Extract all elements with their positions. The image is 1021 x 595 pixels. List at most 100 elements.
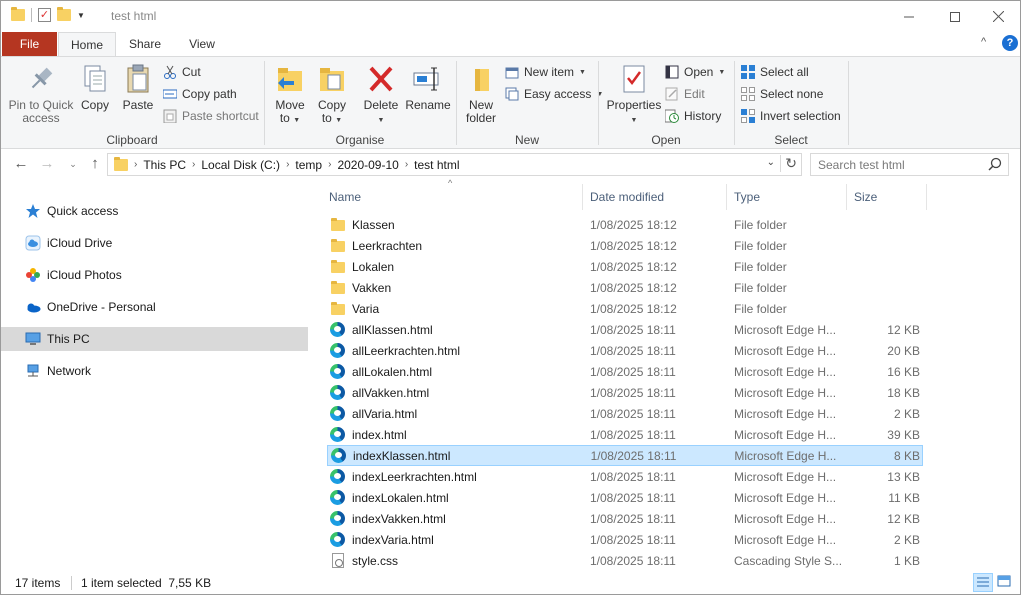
tab-view[interactable]: View — [174, 32, 230, 56]
sidebar-item-this-pc[interactable]: This PC — [1, 327, 308, 351]
breadcrumb-date-folder[interactable]: 2020-09-10 — [337, 158, 398, 172]
up-button[interactable]: ↑ — [85, 154, 105, 174]
column-divider[interactable] — [926, 184, 927, 210]
table-row[interactable]: Leerkrachten 1/08/2025 18:12 File folder — [327, 235, 923, 256]
file-name-cell[interactable]: style.css — [327, 552, 583, 569]
sidebar-item-icloud-photos[interactable]: iCloud Photos — [1, 263, 308, 287]
properties-qat-icon[interactable]: ✓ — [38, 8, 51, 22]
table-row[interactable]: allLokalen.html 1/08/2025 18:11 Microsoft … — [327, 361, 923, 382]
rename-button[interactable]: Rename — [405, 63, 451, 112]
search-icon[interactable] — [988, 157, 1002, 171]
file-name-cell[interactable]: Lokalen — [327, 259, 583, 275]
maximize-button[interactable] — [932, 1, 978, 32]
delete-button[interactable]: Delete ▼ — [361, 63, 401, 127]
history-button[interactable]: History — [664, 106, 721, 126]
back-button[interactable]: ← — [11, 154, 31, 174]
table-row[interactable]: allVakken.html 1/08/2025 18:11 Microsoft E… — [327, 382, 923, 403]
tab-share[interactable]: Share — [116, 32, 174, 56]
chevron-right-icon[interactable]: › — [286, 159, 289, 170]
file-name-cell[interactable]: allLeerkrachten.html — [327, 342, 583, 359]
file-name-cell[interactable]: Vakken — [327, 280, 583, 296]
edit-button[interactable]: Edit — [665, 84, 705, 104]
file-name-cell[interactable]: Varia — [327, 301, 583, 317]
file-name-cell[interactable]: allVakken.html — [327, 384, 583, 401]
new-folder-qat-icon[interactable] — [57, 7, 71, 21]
tab-home[interactable]: Home — [58, 32, 116, 57]
table-row[interactable]: allVaria.html 1/08/2025 18:11 Microsoft Ed… — [327, 403, 923, 424]
table-row[interactable]: allLeerkrachten.html 1/08/2025 18:11 Micro… — [327, 340, 923, 361]
cut-button[interactable]: Cut — [163, 62, 201, 82]
file-name-cell[interactable]: Leerkrachten — [327, 238, 583, 254]
paste-shortcut-button[interactable]: Paste shortcut — [163, 106, 259, 126]
file-name-cell[interactable]: Klassen — [327, 217, 583, 233]
file-name-cell[interactable]: allKlassen.html — [327, 321, 583, 338]
search-box[interactable] — [810, 153, 1009, 176]
new-folder-button[interactable]: New folder — [463, 63, 499, 125]
address-bar[interactable]: › This PC › Local Disk (C:) › temp › 202… — [107, 153, 802, 176]
new-item-button[interactable]: New item ▼ — [505, 62, 586, 82]
refresh-icon[interactable]: ↻ — [780, 155, 797, 172]
large-icons-view-button[interactable] — [995, 573, 1015, 592]
chevron-right-icon[interactable]: › — [192, 159, 195, 170]
open-button[interactable]: Open ▼ — [665, 62, 725, 82]
file-name-cell[interactable]: indexVaria.html — [327, 531, 583, 548]
paste-button[interactable]: Paste — [119, 63, 157, 112]
file-name-cell[interactable]: allVaria.html — [327, 405, 583, 422]
copy-button[interactable]: Copy — [77, 63, 113, 112]
sidebar-item-onedrive[interactable]: OneDrive - Personal — [1, 295, 308, 319]
search-input[interactable] — [811, 154, 981, 175]
select-all-button[interactable]: Select all — [741, 62, 809, 82]
details-view-button[interactable] — [973, 573, 993, 592]
folder-icon[interactable] — [11, 7, 25, 21]
help-icon[interactable]: ? — [1002, 35, 1018, 51]
file-name-cell[interactable]: indexLokalen.html — [327, 489, 583, 506]
chevron-right-icon[interactable]: › — [134, 159, 137, 170]
file-name-cell[interactable]: index.html — [327, 426, 583, 443]
copy-path-button[interactable]: Copy path — [162, 84, 237, 104]
sidebar-item-quick-access[interactable]: Quick access — [1, 199, 308, 223]
recent-locations-button[interactable]: ⌄ — [63, 154, 83, 174]
table-row[interactable]: allKlassen.html 1/08/2025 18:11 Microsoft … — [327, 319, 923, 340]
table-row[interactable]: indexKlassen.html 1/08/2025 18:11 Microsof… — [327, 445, 923, 466]
table-row[interactable]: indexVakken.html 1/08/2025 18:11 Microsoft… — [327, 508, 923, 529]
table-row[interactable]: Varia 1/08/2025 18:12 File folder — [327, 298, 923, 319]
breadcrumb-temp[interactable]: temp — [295, 158, 322, 172]
file-name-cell[interactable]: allLokalen.html — [327, 363, 583, 380]
copy-to-button[interactable]: Copy to ▼ — [315, 63, 349, 127]
table-row[interactable]: indexLokalen.html 1/08/2025 18:11 Microsof… — [327, 487, 923, 508]
table-row[interactable]: indexLeerkrachten.html 1/08/2025 18:11 Mic… — [327, 466, 923, 487]
pin-to-quick-access-button[interactable]: Pin to Quick access — [7, 63, 75, 125]
properties-button[interactable]: Properties ▼ — [605, 63, 663, 127]
sidebar-item-icloud-drive[interactable]: iCloud Drive — [1, 231, 308, 255]
chevron-right-icon[interactable]: › — [405, 159, 408, 170]
chevron-right-icon[interactable]: › — [328, 159, 331, 170]
breadcrumb-test-html[interactable]: test html — [414, 158, 459, 172]
table-row[interactable]: index.html 1/08/2025 18:11 Microsoft Edge … — [327, 424, 923, 445]
easy-access-button[interactable]: Easy access ▼ — [505, 84, 603, 104]
table-row[interactable]: Vakken 1/08/2025 18:12 File folder — [327, 277, 923, 298]
sidebar-item-network[interactable]: Network — [1, 359, 308, 383]
invert-selection-button[interactable]: Invert selection — [741, 106, 841, 126]
column-header-name[interactable]: Name — [320, 185, 582, 209]
table-row[interactable]: Lokalen 1/08/2025 18:12 File folder — [327, 256, 923, 277]
minimize-button[interactable] — [886, 1, 932, 32]
tab-file[interactable]: File — [2, 32, 57, 56]
column-header-date[interactable]: Date modified — [581, 185, 725, 209]
table-row[interactable]: style.css 1/08/2025 18:11 Cascading Style … — [327, 550, 923, 571]
forward-button[interactable]: → — [37, 154, 57, 174]
breadcrumb-this-pc[interactable]: This PC — [143, 158, 186, 172]
column-header-type[interactable]: Type — [725, 185, 845, 209]
column-header-size[interactable]: Size — [845, 185, 925, 209]
move-to-button[interactable]: Move to ▼ — [273, 63, 307, 127]
address-history-dropdown-icon[interactable]: ⌄ — [767, 157, 775, 168]
file-name-cell[interactable]: indexKlassen.html — [328, 447, 584, 464]
customize-qat-dropdown-icon[interactable]: ▼ — [77, 11, 85, 20]
file-name-cell[interactable]: indexVakken.html — [327, 510, 583, 527]
minimize-ribbon-icon[interactable]: ^ — [981, 36, 986, 48]
table-row[interactable]: Klassen 1/08/2025 18:12 File folder — [327, 214, 923, 235]
table-row[interactable]: indexVaria.html 1/08/2025 18:11 Microsoft … — [327, 529, 923, 550]
file-name-cell[interactable]: indexLeerkrachten.html — [327, 468, 583, 485]
select-none-button[interactable]: Select none — [741, 84, 823, 104]
breadcrumb-local-disk[interactable]: Local Disk (C:) — [201, 158, 280, 172]
close-button[interactable] — [975, 1, 1020, 32]
